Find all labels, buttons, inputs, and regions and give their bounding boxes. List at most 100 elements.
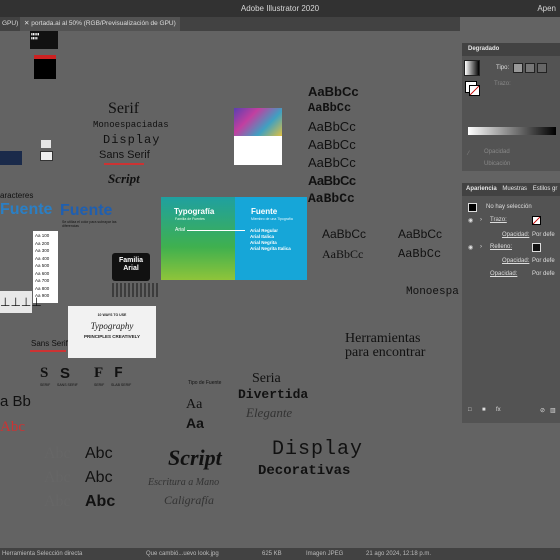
no-sel-swatch (468, 203, 477, 212)
sample-grid-0-0: AaBbCc (322, 227, 367, 241)
gradient-slider[interactable] (468, 127, 556, 135)
degradado-header[interactable]: Degradado (462, 43, 560, 56)
new-stroke-icon[interactable]: □ (468, 407, 472, 413)
typography-top: 10 WAYS TO USE (97, 313, 127, 317)
aabbcc-6: AaBbCc (308, 191, 355, 206)
ubicacion-label: Ubicación (484, 161, 511, 167)
visibility-eye-icon[interactable]: ◉ (468, 217, 473, 224)
glyph-strip[interactable]: ⊥⊥⊥⊥ (0, 291, 42, 313)
weights-card[interactable]: Aa 100 Aa 200 Aa 300 Aa 400 Aa 500 Aa 60… (33, 231, 58, 303)
typography-mid: Typography (90, 321, 134, 331)
monoespa-label: Monoespa (406, 286, 459, 298)
apariencia-footer: □ ■ fx ⊘ ▥ (462, 407, 560, 419)
opacidad-row-3[interactable]: Opacidad: (490, 271, 517, 277)
typography-principles-card[interactable]: 10 WAYS TO USE Typography PRINCIPLES CRE… (68, 306, 156, 358)
apariencia-panel[interactable]: Apariencia Muestras Estilos gr No hay se… (462, 183, 560, 423)
thumb-white-icon[interactable] (40, 151, 53, 161)
window-title: Adobe Illustrator 2020 (240, 4, 320, 13)
tab-estilos[interactable]: Estilos gr (533, 186, 558, 192)
tab-apariencia[interactable]: Apariencia (466, 186, 497, 192)
tab-document[interactable]: ✕ portada.ai al 50% (RGB/Previsualizació… (20, 17, 180, 31)
status-bar: Herramienta Selección directa Que cambió… (0, 548, 560, 560)
expand-chevron-icon-2[interactable]: › (480, 244, 482, 250)
status-file-label: Que cambió...uevo look.jpg (146, 551, 219, 557)
thumb-blue-dark[interactable] (0, 151, 22, 165)
relleno-swatch[interactable] (532, 243, 541, 252)
opacidad-row-1[interactable]: Opacidad: (502, 232, 529, 238)
script-label: Script (108, 171, 140, 186)
opacidad-row-1-value: Por defe (532, 232, 555, 238)
display-big: Display (272, 438, 364, 461)
delete-icon[interactable]: ▥ (550, 407, 556, 414)
decorativas-label: Decorativas (258, 463, 351, 479)
caligrafia-label: Caligrafía (164, 493, 215, 507)
fuente-list-0: Arial Regular (250, 228, 279, 233)
document-tab-bar: GPU) ✕ portada.ai al 50% (RGB/Previsuali… (0, 17, 460, 31)
sans-serif-label: Sans Serif (99, 149, 150, 161)
thumb-white-small[interactable] (41, 140, 51, 148)
sserif-label-3: SLAB SERIF (111, 383, 132, 387)
status-tool-label: Herramienta Selección directa (2, 551, 83, 557)
tab-prev-stub[interactable]: GPU) (0, 17, 18, 31)
sans-serif-small: Sans Serif (31, 339, 68, 348)
trazo-row-label[interactable]: Trazo: (490, 217, 507, 223)
elegante-label: Elegante (246, 405, 293, 420)
fuente-list-1: Arial Italica (250, 234, 275, 239)
aa-sans: Aa (186, 415, 204, 431)
aa-serif: Aa (186, 397, 203, 412)
divertida-label: Divertida (238, 387, 309, 402)
sans-serif-small-underline (30, 350, 66, 352)
letter-s-sans: S (60, 365, 71, 382)
sample-grid-0-1: AaBbCc (398, 227, 443, 241)
thumb-dark-2[interactable] (34, 55, 56, 79)
gradient-type-linear[interactable] (513, 63, 523, 73)
tipo-label: Tipo: (496, 65, 510, 71)
tab-label: portada.ai al 50% (RGB/Previsualización … (31, 20, 176, 27)
opacidad-row-2[interactable]: Opacidad: (502, 258, 529, 264)
abc-grid-2: Abc (44, 469, 71, 486)
new-fill-icon[interactable]: ■ (482, 407, 486, 413)
typo-sub: Familia de Fuentes (175, 217, 205, 221)
abc-grid-5: Abc (85, 493, 116, 510)
degradado-title: Degradado (468, 46, 500, 52)
opacidad-label: Opacidad (484, 149, 510, 155)
visibility-eye-icon-2[interactable]: ◉ (468, 244, 473, 251)
sserif-label-0: SERIF (40, 383, 51, 387)
fx-icon[interactable]: fx (496, 407, 501, 413)
caracteres-label: aracteres (0, 191, 34, 200)
gradient-preview[interactable] (464, 60, 480, 76)
trazo-label: Trazo: (494, 81, 511, 87)
familia-arial-card[interactable]: Familia Arial (112, 253, 150, 281)
no-selection-label: No hay selección (486, 204, 532, 210)
escritura-label: Escritura a Mano (148, 477, 220, 488)
expand-chevron-icon[interactable]: › (480, 217, 482, 223)
photo-thumbnail[interactable] (234, 108, 282, 136)
stroke-swatch[interactable] (469, 85, 480, 96)
degradado-panel[interactable]: Degradado Tipo: Trazo: Opacidad Ubicació… (462, 43, 560, 171)
weights-rows: Aa 100 Aa 200 Aa 300 Aa 400 Aa 500 Aa 60… (35, 233, 50, 298)
mono-label: Monoespaciadas (93, 120, 169, 130)
aabb-left: a Bb (0, 393, 31, 410)
title-bar: Adobe Illustrator 2020 Apen (0, 0, 560, 17)
script-big: Script (168, 445, 222, 470)
gradient-type-freeform[interactable] (537, 63, 547, 73)
thumb-dark-1[interactable]: ▮▮▮▮▮ ▮▮▮▮ (30, 31, 58, 49)
typo-title: Typografía (174, 207, 215, 216)
status-size-label: 625 KB (262, 551, 282, 557)
aabbcc-2: AaBbCc (308, 119, 356, 134)
aabbcc-4: AaBbCc (308, 155, 356, 170)
trazo-swatch[interactable] (532, 216, 541, 225)
photo-thumbnail-white[interactable] (234, 136, 282, 165)
opacidad-row-2-value: Por defe (532, 258, 555, 264)
clear-icon[interactable]: ⊘ (540, 407, 545, 414)
eyedropper-icon[interactable]: ⁄ (468, 151, 469, 157)
herramientas-line-2: para encontrar (345, 345, 426, 360)
sample-grid-1-0: AaBbCc (322, 247, 364, 261)
familia-label: Familia Arial (118, 257, 144, 272)
tab-muestras[interactable]: Muestras (502, 186, 527, 192)
relleno-row-label[interactable]: Relleno: (490, 244, 512, 250)
artboard-canvas[interactable]: ▮▮▮▮▮ ▮▮▮▮ Serif Monoespaciadas Display S… (0, 31, 462, 548)
typography-bot: PRINCIPLES CREATIVELY (83, 334, 140, 339)
tipo-fuente-label: Tipo de Fuente (188, 380, 222, 386)
gradient-type-radial[interactable] (525, 63, 535, 73)
